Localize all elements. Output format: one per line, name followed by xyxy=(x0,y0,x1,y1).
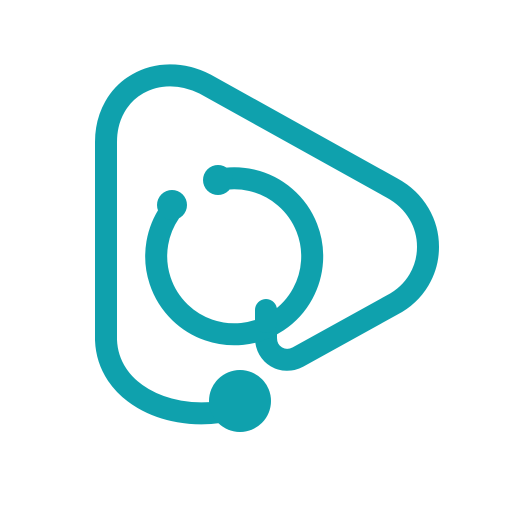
app-icon-canvas xyxy=(0,0,512,512)
ear-tip-right xyxy=(203,165,233,195)
stethoscope-play-icon xyxy=(95,64,439,432)
chest-piece xyxy=(209,370,271,432)
ear-tip-left xyxy=(157,190,187,220)
